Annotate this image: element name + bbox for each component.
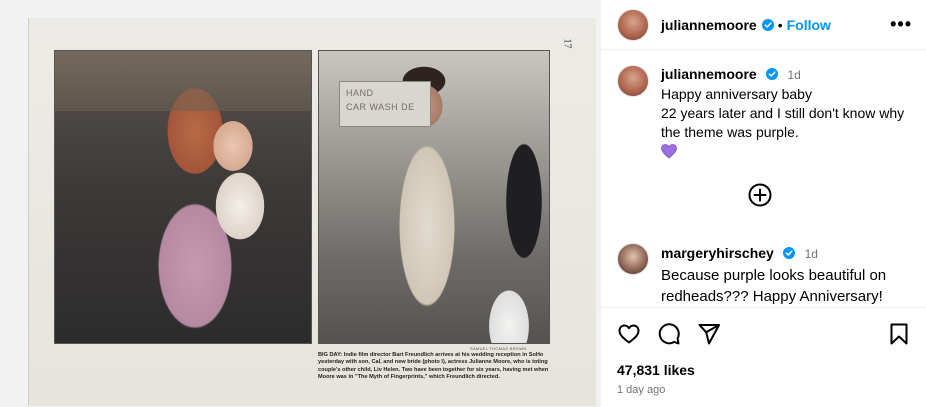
action-row (617, 320, 911, 348)
avatar[interactable] (617, 243, 649, 275)
post-actions: 47,831 likes 1 day ago (601, 307, 926, 407)
comment-icon[interactable] (657, 322, 681, 346)
comment-username[interactable]: margeryhirschey (661, 245, 774, 261)
follow-button[interactable]: Follow (787, 17, 831, 33)
load-more-comments-button[interactable] (748, 183, 772, 207)
more-options-icon[interactable]: ••• (890, 14, 912, 35)
comment-body: juliannemoore 1d Happy anniversary baby … (661, 65, 904, 164)
photo-credit: SAMUEL THOMAS BROWN (470, 346, 527, 351)
heart-icon[interactable] (617, 322, 641, 346)
avatar[interactable] (617, 65, 649, 97)
newspaper-caption: BIG DAY: Indie film director Bart Freund… (318, 352, 549, 381)
purple-heart-icon (661, 144, 677, 159)
comment-body: margeryhirschey 1d Because purple looks … (661, 243, 886, 307)
comment-line: Because purple looks beautiful on (661, 267, 887, 284)
photo-groom-and-son: HAND CAR WASH DE (318, 50, 550, 344)
store-sign-line1: HAND (346, 88, 374, 98)
comment-line: the theme was purple. (661, 124, 799, 140)
purple-heart-emoji (661, 144, 677, 164)
photo-bride-and-child (54, 50, 312, 344)
verified-badge-icon (761, 18, 774, 31)
page-number: 17 (561, 38, 573, 49)
store-sign-line2: CAR WASH DE (346, 102, 415, 112)
post-date[interactable]: 1 day ago (617, 384, 911, 396)
post-panel: juliannemoore • Follow ••• juliannemoore… (600, 0, 926, 407)
store-sign: HAND CAR WASH DE (339, 81, 431, 127)
comment-username[interactable]: juliannemoore (661, 66, 757, 82)
comment-time: 1d (804, 247, 818, 261)
comment-line: redheads??? Happy Anniversary! (661, 288, 883, 305)
post-header: juliannemoore • Follow ••• (601, 0, 926, 50)
add-circle-icon[interactable] (748, 183, 772, 207)
verified-badge-icon (782, 247, 795, 259)
comments-list: juliannemoore 1d Happy anniversary baby … (601, 51, 926, 307)
like-count[interactable]: 47,831 likes (617, 362, 911, 378)
author-username[interactable]: juliannemoore (661, 17, 757, 33)
comment-line: Happy anniversary baby (661, 86, 812, 102)
comment-time: 1d (787, 68, 801, 82)
avatar[interactable] (617, 8, 649, 41)
comment-line: 22 years later and I still don't know wh… (661, 105, 905, 121)
bookmark-icon[interactable] (887, 322, 911, 346)
post-image[interactable]: 17 HAND CAR WASH DE SAMUEL THOMAS BROWN … (0, 0, 600, 407)
separator-dot: • (777, 16, 783, 33)
caption-comment: juliannemoore 1d Happy anniversary baby … (601, 51, 926, 164)
share-icon[interactable] (697, 322, 721, 346)
verified-badge-icon (765, 68, 778, 80)
comment: margeryhirschey 1d Because purple looks … (601, 229, 900, 307)
